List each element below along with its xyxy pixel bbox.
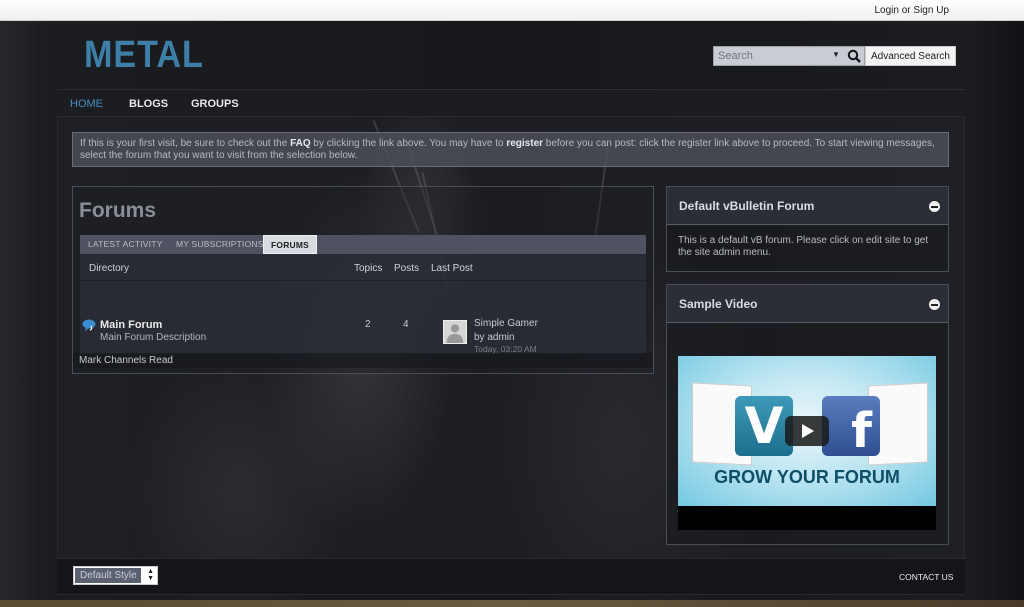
widget-title: Sample Video	[679, 297, 758, 311]
collapse-icon[interactable]	[929, 299, 940, 310]
forum-posts-count: 4	[403, 319, 409, 330]
main-nav: HOME BLOGS GROUPS	[57, 89, 965, 117]
default-user-icon	[446, 324, 464, 343]
widget-default-forum: Default vBulletin Forum This is a defaul…	[666, 186, 949, 272]
nav-home[interactable]: HOME	[70, 98, 103, 110]
column-topics[interactable]: Topics	[354, 263, 382, 274]
tab-latest-activity[interactable]: LATEST ACTIVITY	[88, 235, 162, 254]
top-bar: Login or Sign Up	[0, 0, 1024, 21]
nav-groups[interactable]: GROUPS	[191, 98, 239, 110]
video-caption: GROW YOUR FORUM	[714, 467, 900, 487]
forum-chat-bubble-icon	[82, 319, 96, 331]
faq-link[interactable]: FAQ	[290, 138, 311, 149]
forums-title: Forums	[79, 199, 157, 222]
advanced-search-button[interactable]: Advanced Search	[865, 46, 956, 66]
notice-text: If this is your first visit, be sure to …	[80, 138, 291, 149]
site-logo[interactable]: METAL	[84, 34, 204, 77]
style-selector[interactable]: Default Style ▲ ▼	[73, 566, 158, 585]
style-selected-value: Default Style	[75, 568, 141, 583]
tab-forums[interactable]: FORUMS	[263, 235, 318, 254]
video-player[interactable]: V f GROW YOUR FORUM	[678, 356, 936, 530]
search-options-dropdown-icon[interactable]: ▼	[832, 50, 840, 59]
search-input[interactable]	[714, 47, 824, 65]
login-signup-link[interactable]: Login or Sign Up	[875, 5, 950, 16]
forum-topics-count: 2	[365, 319, 371, 330]
forums-tab-bar: LATEST ACTIVITY MY SUBSCRIPTIONS FORUMS	[80, 235, 646, 254]
widget-body-text: This is a default vB forum. Please click…	[678, 235, 929, 258]
forum-title-link[interactable]: Main Forum	[100, 319, 162, 331]
mark-channels-read-link[interactable]: Mark Channels Read	[73, 353, 653, 368]
collapse-icon[interactable]	[929, 201, 940, 212]
forum-description: Main Forum Description	[100, 332, 207, 343]
widget-title: Default vBulletin Forum	[679, 199, 815, 213]
welcome-notice: If this is your first visit, be sure to …	[72, 132, 949, 167]
column-posts[interactable]: Posts	[394, 263, 419, 274]
notice-text: by clicking the link above. You may have…	[310, 138, 507, 149]
tab-my-subscriptions[interactable]: MY SUBSCRIPTIONS	[176, 235, 264, 254]
contact-us-link[interactable]: CONTACT US	[899, 572, 953, 582]
column-last-post[interactable]: Last Post	[431, 263, 473, 274]
bottom-edge	[0, 600, 1024, 607]
column-directory: Directory	[89, 263, 130, 274]
search-icon[interactable]	[847, 49, 861, 63]
widget-header: Default vBulletin Forum	[667, 187, 948, 225]
widget-header: Sample Video	[667, 285, 948, 323]
register-link[interactable]: register	[506, 138, 543, 149]
search-box: ▼	[713, 46, 865, 66]
nav-blogs[interactable]: BLOGS	[129, 98, 168, 110]
play-icon[interactable]	[785, 416, 829, 446]
avatar[interactable]	[443, 320, 467, 344]
select-arrows-icon: ▲ ▼	[147, 568, 154, 582]
header-divider	[80, 280, 646, 281]
facebook-logo-icon: f	[822, 396, 880, 459]
last-post-author[interactable]: by admin	[474, 332, 515, 343]
last-post-title-link[interactable]: Simple Gamer	[474, 318, 538, 329]
footer	[57, 558, 965, 595]
